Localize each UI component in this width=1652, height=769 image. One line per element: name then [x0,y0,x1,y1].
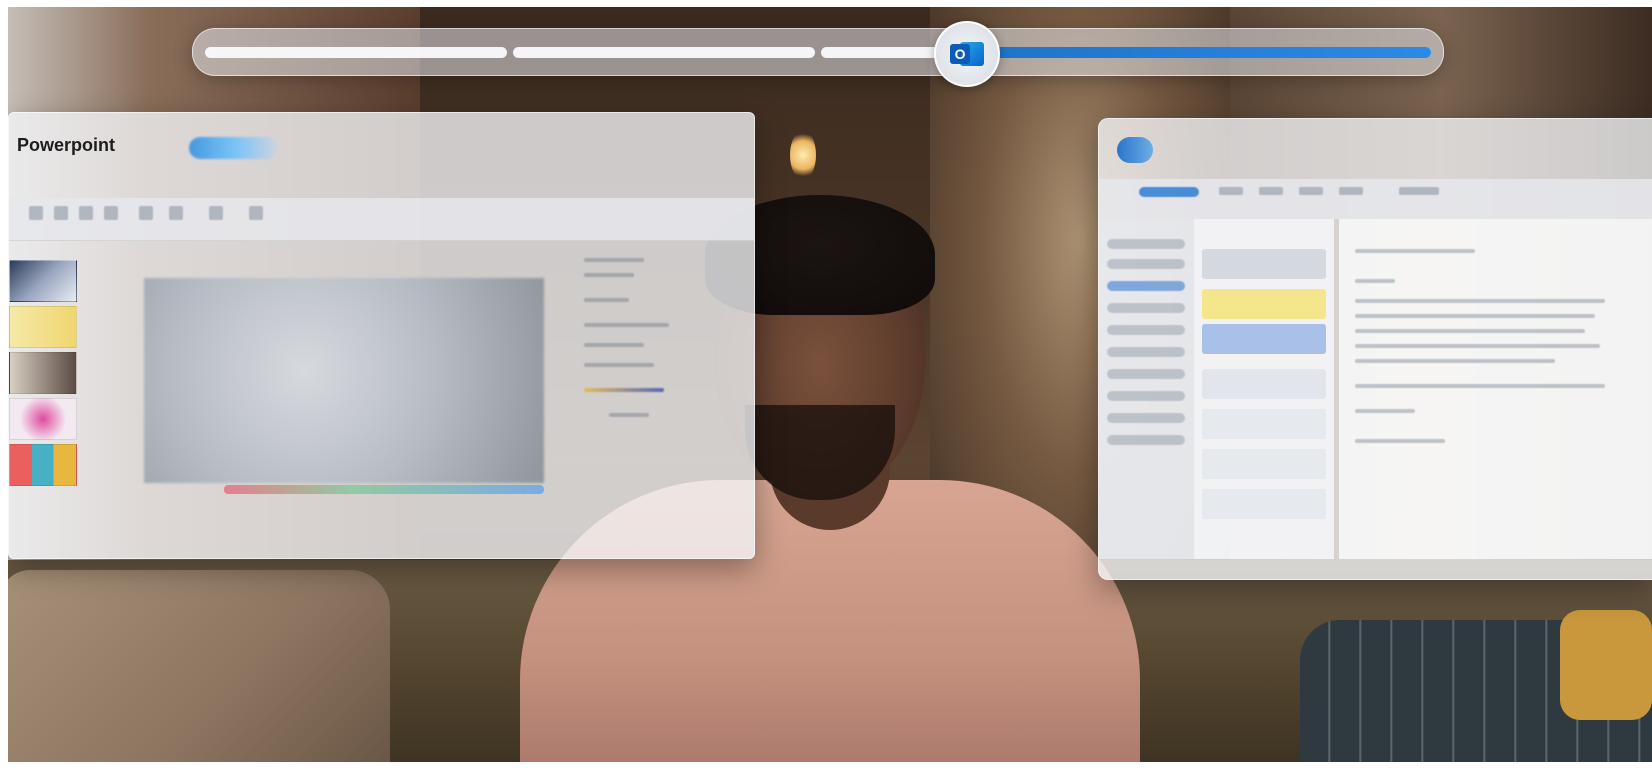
list-item[interactable] [1202,289,1326,319]
ribbon-tool-icon[interactable] [1399,187,1439,195]
ribbon-tool-icon[interactable] [209,206,223,220]
ribbon-tool-icon[interactable] [1339,187,1363,195]
list-item[interactable] [1202,249,1326,279]
ribbon-tool-icon[interactable] [104,206,118,220]
email-text [1355,279,1395,283]
ribbon-tool-icon[interactable] [1259,187,1283,195]
ribbon-tool-icon[interactable] [139,206,153,220]
folder-item-selected[interactable] [1107,281,1185,291]
ribbon-tool-icon[interactable] [249,206,263,220]
outlook-logo-icon [1117,137,1153,163]
email-text [1355,329,1585,333]
design-pane-text [609,413,649,417]
folder-item[interactable] [1107,259,1185,269]
ribbon-tool-icon[interactable] [79,206,93,220]
folder-item[interactable] [1107,391,1185,401]
pillow-left [0,570,390,769]
copilot-icon [189,137,279,159]
slide-thumbnail[interactable] [9,398,77,440]
outlook-window[interactable] [1098,118,1652,580]
email-text [1355,314,1595,318]
email-text [1355,439,1445,443]
message-list[interactable] [1194,219,1334,559]
email-text [1355,299,1605,303]
email-text [1355,384,1605,388]
list-item[interactable] [1202,489,1326,519]
email-text [1355,409,1415,413]
design-pane-text [584,298,629,302]
outlook-letter: O [950,44,971,64]
powerpoint-title: Powerpoint [17,135,115,155]
list-item[interactable] [1202,369,1326,399]
folder-item[interactable] [1107,239,1185,249]
folder-item[interactable] [1107,369,1185,379]
reading-pane[interactable] [1339,219,1652,559]
folder-item[interactable] [1107,347,1185,357]
ribbon-tool-icon[interactable] [1299,187,1323,195]
design-pane-text [584,343,644,347]
ribbon-tool-icon[interactable] [1219,187,1243,195]
slide-thumbnail[interactable] [9,306,77,348]
new-mail-button[interactable] [1139,187,1199,197]
powerpoint-ribbon[interactable] [9,198,754,241]
video-progress-bar[interactable]: O [192,21,1444,87]
ribbon-tool-icon[interactable] [54,206,68,220]
email-text [1355,344,1600,348]
list-item[interactable] [1202,409,1326,439]
outlook-folder-pane[interactable] [1099,219,1194,559]
powerpoint-window[interactable]: Powerpoint [8,112,755,559]
email-text [1355,249,1475,253]
frame-edge [0,762,1652,769]
slide-canvas[interactable] [144,278,544,483]
email-text [1355,359,1555,363]
folder-item[interactable] [1107,303,1185,313]
folder-item[interactable] [1107,413,1185,423]
folder-item[interactable] [1107,435,1185,445]
folder-item[interactable] [1107,325,1185,335]
slide-thumbnail[interactable] [9,444,77,486]
list-item[interactable] [1202,324,1326,354]
progress-thumb[interactable]: O [934,21,1001,87]
color-palette-swatch[interactable] [584,388,664,392]
pillow-yellow [1560,610,1652,720]
ribbon-tool-icon[interactable] [29,206,43,220]
progress-fill [965,47,1431,58]
design-pane-text [584,273,634,277]
frame-edge [0,0,1652,7]
design-pane-text [584,323,669,327]
progress-segment[interactable] [513,47,815,58]
slide-color-bar [224,485,544,494]
frame-edge [0,0,8,769]
slide-thumbnail[interactable] [9,352,77,394]
outlook-icon: O [950,40,985,68]
lamp-light [790,130,816,180]
progress-segment[interactable] [205,47,507,58]
outlook-ribbon[interactable] [1099,179,1652,220]
design-pane-text [584,363,654,367]
design-pane-text [584,258,644,262]
video-frame: Powerpoint O [0,0,1652,769]
slide-thumbnail[interactable] [9,260,77,302]
ribbon-tool-icon[interactable] [169,206,183,220]
list-item[interactable] [1202,449,1326,479]
